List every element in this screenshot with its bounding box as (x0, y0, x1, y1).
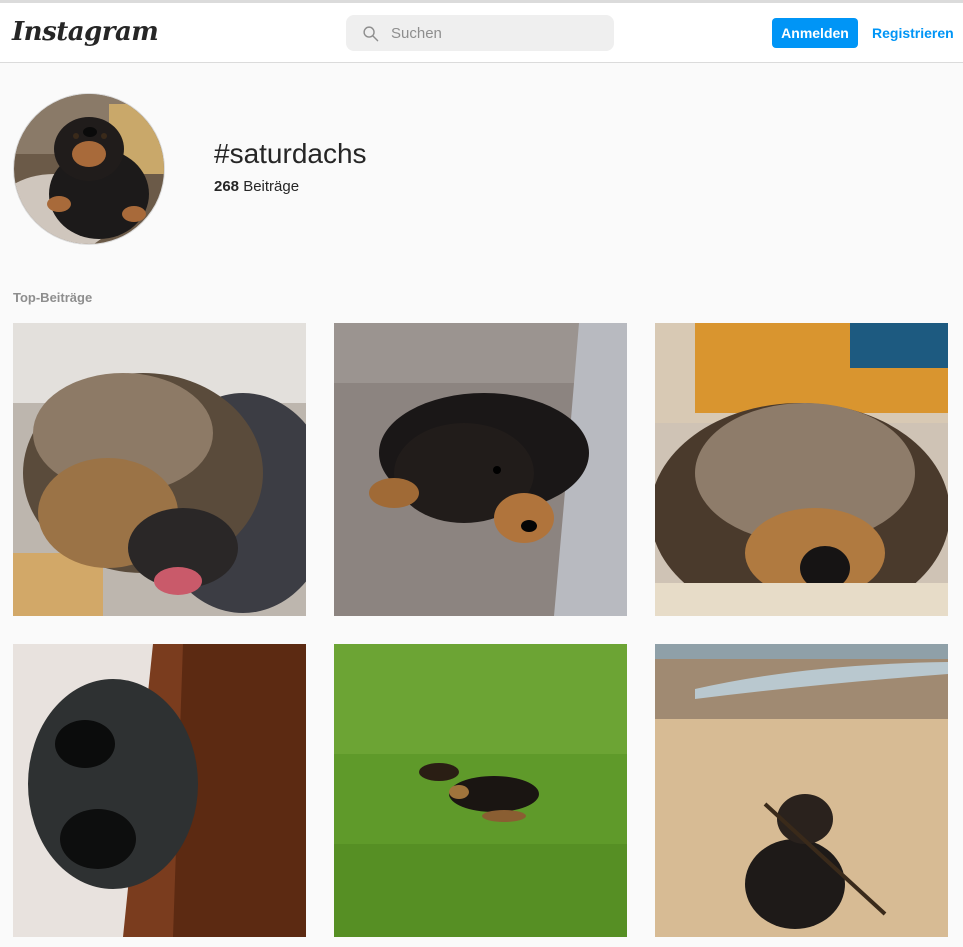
top-posts-heading: Top-Beiträge (13, 290, 93, 305)
post-thumbnail-6[interactable] (655, 644, 948, 937)
post-thumbnail-5[interactable] (334, 644, 627, 937)
register-link[interactable]: Registrieren (872, 25, 954, 41)
search-icon (363, 25, 379, 41)
post-thumbnail-4[interactable] (13, 644, 306, 937)
hashtag-title: #saturdachs (214, 138, 367, 169)
post-count-number: 268 (214, 178, 240, 195)
login-button[interactable]: Anmelden (772, 18, 858, 48)
hashtag-avatar (13, 93, 165, 245)
instagram-logo[interactable]: Instagram (12, 17, 159, 47)
post-count: 268 Beiträge (214, 178, 299, 195)
post-thumbnail-1[interactable] (13, 323, 306, 616)
top-navigation: Instagram Anmelden Registrieren (0, 3, 963, 63)
search-box[interactable] (346, 15, 614, 51)
post-thumbnail-2[interactable] (334, 323, 627, 616)
post-count-label: Beiträge (243, 178, 300, 195)
post-thumbnail-3[interactable] (655, 323, 948, 616)
search-input[interactable] (391, 24, 591, 42)
